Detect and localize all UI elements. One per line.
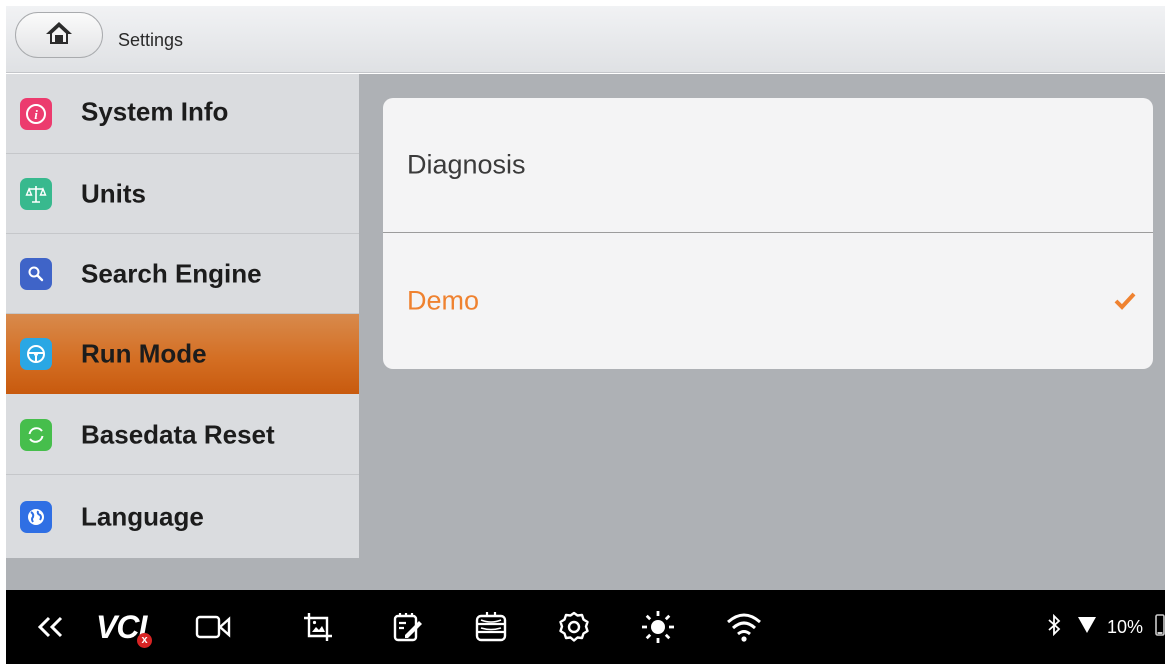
sidebar-item-label: Run Mode (81, 338, 207, 369)
battery-icon (1155, 613, 1165, 642)
sidebar-item-label: Search Engine (81, 258, 262, 288)
header-bar: Settings (6, 6, 1165, 73)
sidebar-item-system-info[interactable]: i System Info (6, 74, 359, 154)
option-label: Demo (407, 285, 480, 315)
sidebar-item-label: Basedata Reset (81, 419, 275, 449)
back-double-chevron-icon[interactable] (36, 590, 66, 664)
reset-icon (20, 418, 52, 451)
checkmark-icon (1113, 291, 1137, 311)
battery-percent: 10% (1106, 616, 1143, 637)
screen-record-icon[interactable] (195, 590, 233, 664)
home-button[interactable] (15, 12, 103, 58)
sidebar-item-search-engine[interactable]: Search Engine (6, 234, 359, 314)
sidebar-footer-space (6, 558, 359, 590)
vci-disconnected-badge: x (137, 633, 152, 648)
notes-icon[interactable] (390, 590, 424, 664)
sidebar-item-basedata-reset[interactable]: Basedata Reset (6, 395, 359, 475)
status-area: 10% (1047, 590, 1165, 664)
sidebar-item-run-mode[interactable]: Run Mode (6, 314, 359, 394)
option-diagnosis[interactable]: Diagnosis (383, 98, 1153, 233)
run-mode-options-card: Diagnosis Demo (383, 98, 1153, 369)
info-icon: i (20, 97, 52, 130)
steering-wheel-icon (20, 338, 52, 370)
settings-sidebar: i System Info Units Search Engine Run Mo… (6, 74, 359, 558)
taskbar: VCI x 10% (6, 590, 1165, 664)
option-label: Diagnosis (407, 149, 526, 180)
vci-button[interactable]: VCI x (92, 590, 158, 664)
settings-gear-icon[interactable] (558, 590, 590, 664)
sidebar-item-label: System Info (81, 96, 229, 126)
search-icon (20, 257, 52, 290)
settings-screen: Settings i System Info Units Search Engi… (0, 0, 1165, 664)
sidebar-item-label: Language (81, 501, 204, 532)
globe-icon (20, 501, 52, 533)
sidebar-item-language[interactable]: Language (6, 477, 359, 557)
signal-icon (1077, 616, 1097, 639)
wifi-icon[interactable] (726, 590, 762, 664)
toolbox-icon[interactable] (474, 590, 508, 664)
sidebar-item-units[interactable]: Units (6, 154, 359, 234)
home-icon (44, 20, 74, 51)
option-demo[interactable]: Demo (383, 233, 1153, 368)
svg-text:i: i (34, 107, 38, 122)
run-mode-panel: Diagnosis Demo (359, 74, 1165, 590)
brightness-icon[interactable] (640, 590, 676, 664)
scale-icon (20, 177, 52, 210)
screenshot-icon[interactable] (302, 590, 334, 664)
bluetooth-icon (1047, 613, 1061, 641)
page-title: Settings (118, 30, 184, 50)
sidebar-item-label: Units (81, 178, 146, 208)
